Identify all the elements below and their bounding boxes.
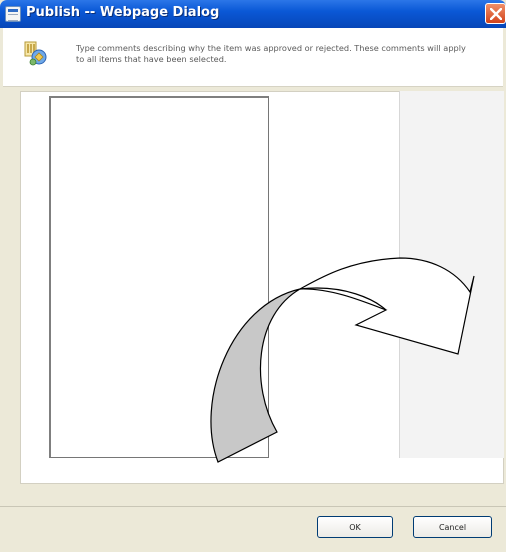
ok-button[interactable]: OK: [317, 516, 393, 538]
arrow-shaded-face: [210, 288, 301, 463]
cancel-button[interactable]: Cancel: [413, 516, 492, 538]
arrow-ribbon: [299, 257, 475, 355]
publish-dialog-window: Publish -- Webpage Dialog Type comments …: [0, 0, 506, 552]
footer-divider: [0, 506, 506, 507]
curved-arrow-annotation: [210, 257, 475, 463]
